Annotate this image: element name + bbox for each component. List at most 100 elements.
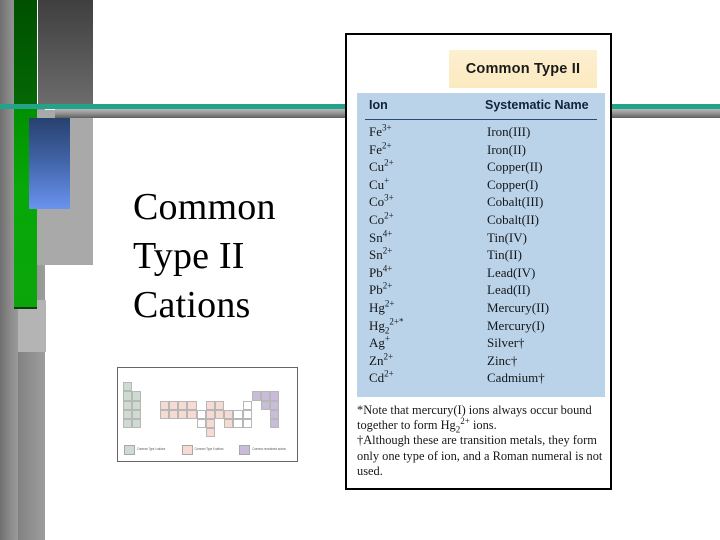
periodic-table-cell: [224, 409, 234, 419]
periodic-table-grid: [123, 373, 293, 438]
periodic-table-cell: [159, 400, 169, 410]
periodic-table-cell: [187, 400, 197, 410]
periodic-table-cell: [132, 409, 142, 419]
ion-charge-superscript: 4+: [382, 228, 393, 239]
periodic-table-legend: Common Type I cations Common Type II cati…: [124, 445, 294, 455]
periodic-legend-label: Common monatomic anions: [252, 446, 286, 451]
cell-ion-formula: Fe3+: [369, 122, 392, 139]
ion-table-card: Common Type II Ion Systematic Name Fe3+ I…: [345, 33, 612, 490]
column-header-ion: Ion: [369, 98, 388, 112]
cell-ion-formula: Co2+: [369, 210, 394, 227]
ion-charge-superscript: 2+: [382, 281, 393, 292]
ion-charge-superscript: 2+: [382, 140, 392, 151]
page-title-line-1: Common: [133, 186, 276, 228]
decor-blue-gradient-block: [29, 118, 70, 209]
table-row: Hg22+* Mercury(I): [365, 316, 597, 336]
cell-ion-formula: Co3+: [369, 193, 394, 210]
cell-systematic-name: Tin(II): [487, 247, 522, 263]
cell-systematic-name: Mercury(I): [487, 317, 545, 333]
slide: Common Type II Cations Common Type I cat…: [0, 0, 720, 540]
cell-ion-formula: Fe2+: [369, 140, 392, 157]
table-row: Sn2+ Tin(II): [365, 245, 597, 265]
cell-ion-formula: Cu2+: [369, 157, 394, 175]
periodic-table-cell: [215, 409, 225, 419]
ion-charge-superscript: 4+: [382, 263, 393, 274]
table-row: Ag+ Silver†: [365, 333, 597, 353]
periodic-table-cell: [159, 409, 169, 419]
periodic-table-cell: [224, 419, 234, 429]
ion-charge-superscript: 2+: [384, 298, 395, 309]
footnote-asterisk-post: ions.: [469, 418, 497, 433]
table-row: Hg2+ Mercury(II): [365, 298, 597, 318]
cell-ion-formula: Pb2+: [369, 281, 393, 298]
periodic-legend-item: Common monatomic anions: [239, 445, 294, 455]
periodic-table-cell: [169, 400, 179, 410]
cell-ion-formula: Sn4+: [369, 228, 393, 245]
periodic-table-cell: [215, 400, 225, 410]
ion-charge-superscript: 3+: [384, 193, 394, 204]
decor-dark-gray-top-block: [38, 0, 93, 108]
cell-systematic-name: Cobalt(II): [487, 211, 539, 227]
cell-ion-formula: Hg2+: [369, 298, 395, 315]
periodic-table-cell: [270, 391, 280, 401]
cell-systematic-name: Silver†: [487, 335, 525, 351]
periodic-table-cell: [270, 400, 280, 410]
cell-systematic-name: Copper(II): [487, 159, 543, 175]
ion-charge-superscript: 2+: [384, 210, 394, 221]
table-row: Sn4+ Tin(IV): [365, 228, 597, 248]
ion-charge-superscript: 2+: [384, 157, 394, 168]
cell-ion-formula: Cd2+: [369, 368, 394, 386]
periodic-table-cell: [123, 419, 133, 429]
table-row: Pb2+ Lead(II): [365, 282, 597, 300]
table-row: Fe2+ Iron(II): [365, 140, 597, 160]
periodic-table-cell: [196, 409, 206, 419]
periodic-legend-label: Common Type I cations: [137, 446, 166, 451]
cell-ion-formula: Ag+: [369, 333, 390, 351]
periodic-legend-item: Common Type I cations: [124, 445, 179, 455]
ion-charge-superscript: 2+: [382, 245, 393, 256]
periodic-table-cell: [242, 419, 252, 429]
ion-table-panel: Ion Systematic Name Fe3+ Iron(III) Fe2+ Iro…: [357, 93, 605, 397]
periodic-legend-swatch: [124, 445, 135, 455]
periodic-table-cell: [123, 400, 133, 410]
cell-systematic-name: Iron(II): [487, 141, 526, 157]
periodic-table-cell: [205, 419, 215, 429]
periodic-table-cell: [242, 400, 252, 410]
cell-systematic-name: Cobalt(III): [487, 194, 544, 210]
cell-systematic-name: Lead(IV): [487, 264, 536, 280]
periodic-table-cell: [233, 409, 243, 419]
table-body: Fe3+ Iron(III) Fe2+ Iron(II) Cu2+ Copper(II) C…: [365, 122, 597, 388]
periodic-table-cell: [178, 400, 188, 410]
table-row: Cd2+ Cadmium†: [365, 368, 597, 388]
column-header-systematic-name: Systematic Name: [485, 98, 589, 112]
periodic-table-cell: [270, 419, 280, 429]
cell-ion-formula: Cu+: [369, 175, 390, 192]
card-banner-title: Common Type II: [465, 61, 581, 77]
periodic-table-cell: [205, 400, 215, 410]
ion-charge-superscript: 3+: [382, 122, 392, 133]
table-row: Co3+ Cobalt(III): [365, 194, 597, 212]
ion-charge-superscript: 2+: [384, 368, 394, 379]
footnote-asterisk-formula: 22+: [456, 417, 470, 435]
cell-systematic-name: Copper(I): [487, 176, 539, 192]
periodic-table-cell: [187, 409, 197, 419]
ion-charge-superscript: +: [384, 333, 390, 344]
periodic-table-cell: [169, 409, 179, 419]
cell-systematic-name: Tin(IV): [487, 229, 527, 245]
cell-ion-formula: Sn2+: [369, 245, 393, 263]
periodic-table-cell: [196, 419, 206, 429]
ion-charge-superscript: 2+*: [389, 316, 404, 327]
page-title-line-2: Type II: [133, 235, 245, 277]
periodic-table-thumbnail: Common Type I cations Common Type II cati…: [117, 367, 298, 462]
periodic-table-cell: [261, 391, 271, 401]
ion-charge-superscript: +: [384, 175, 390, 186]
periodic-table-cell: [132, 391, 142, 401]
periodic-table-cell: [261, 400, 271, 410]
periodic-table-cell: [123, 391, 133, 401]
table-row: Fe3+ Iron(III): [365, 122, 597, 142]
table-row: Zn2+ Zinc†: [365, 352, 597, 371]
decor-dark-green-top-bar: [14, 0, 37, 108]
periodic-legend-swatch: [239, 445, 251, 455]
footnote-asterisk: *Note that mercury(I) ions always occur …: [357, 403, 607, 435]
periodic-table-cell: [178, 409, 188, 419]
